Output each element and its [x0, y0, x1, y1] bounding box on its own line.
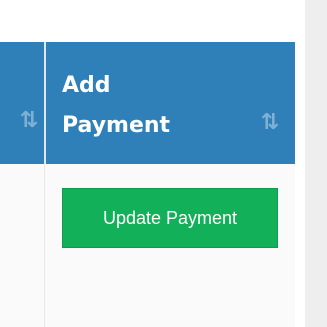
sort-arrows-icon[interactable]: ⇅	[261, 112, 279, 134]
table-cell-add-payment: Update Payment	[45, 164, 295, 327]
sort-arrows-icon[interactable]: ⇅	[20, 110, 38, 132]
panel-gap	[295, 0, 305, 327]
table-cell-previous	[0, 164, 44, 327]
column-header-add-payment[interactable]: Add Payment ⇅	[46, 42, 295, 164]
payment-table-viewport: ⇅ Add Payment ⇅ Update Payment	[0, 0, 327, 327]
update-payment-button[interactable]: Update Payment	[62, 188, 278, 248]
column-header-label: Add Payment	[62, 73, 171, 138]
side-panel	[305, 0, 327, 327]
column-header-previous[interactable]: ⇅	[0, 42, 44, 164]
